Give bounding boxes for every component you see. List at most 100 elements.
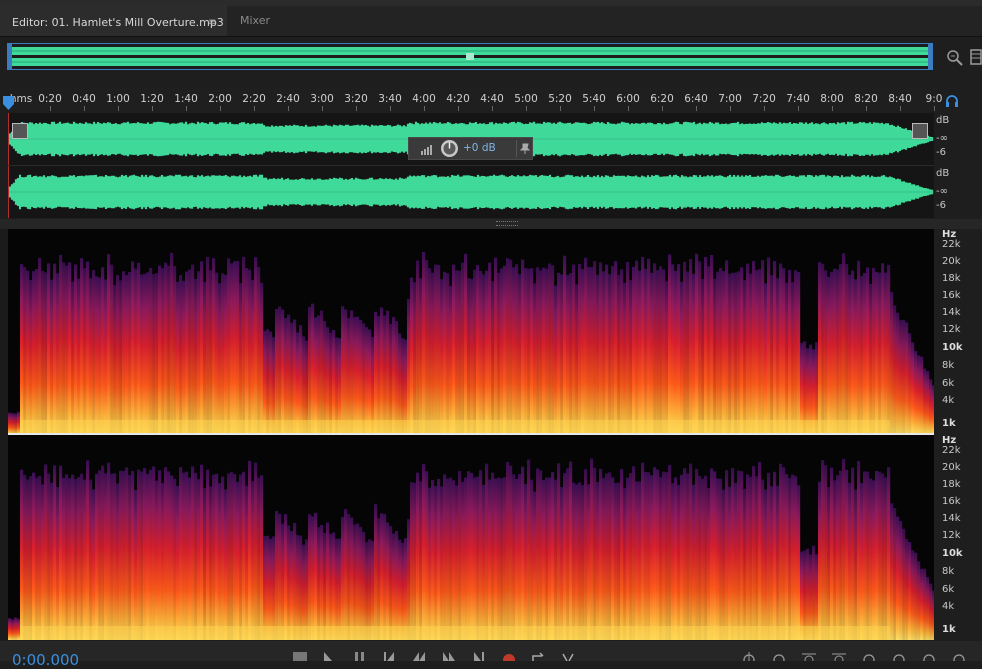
zoom-full-icon[interactable] xyxy=(862,652,876,661)
playhead-marker[interactable] xyxy=(3,96,14,110)
ruler-tick-mark xyxy=(322,106,323,111)
ruler-tick-mark xyxy=(560,106,561,111)
hz-label: 10k xyxy=(942,342,963,353)
ruler-tick-label: 4:40 xyxy=(480,93,504,105)
skip-selection-button[interactable] xyxy=(561,652,575,661)
waveform-channel-right xyxy=(8,166,934,218)
hz-label: 18k xyxy=(942,273,961,284)
volume-hud[interactable]: +0 dB xyxy=(408,137,533,160)
go-to-end-button[interactable] xyxy=(472,652,486,661)
ruler-tick-mark xyxy=(356,106,357,111)
ruler-tick-label: 7:00 xyxy=(718,93,742,105)
spectral-display-right[interactable] xyxy=(8,435,934,640)
zoom-selection-icon[interactable] xyxy=(892,652,906,661)
ruler-tick-mark xyxy=(662,106,663,111)
hz-scale-left: Hz 22k 20k 18k 16k 14k 12k 10k 8k 6k 4k 1k xyxy=(936,229,982,434)
timecode-display: 0:00.000 xyxy=(12,651,80,669)
zoom-icon[interactable] xyxy=(944,47,964,67)
hz-label: 20k xyxy=(942,256,961,267)
volume-knob-icon[interactable] xyxy=(440,139,459,158)
ruler-tick-mark xyxy=(866,106,867,111)
db-label: dB xyxy=(936,168,950,179)
fade-out-handle[interactable] xyxy=(912,123,928,139)
ruler-tick-label: 6:40 xyxy=(684,93,708,105)
ruler-tick-label: 1:20 xyxy=(140,93,164,105)
zoom-out-amplitude-icon[interactable] xyxy=(772,652,786,661)
panel-icon[interactable] xyxy=(969,48,982,66)
ruler-tick-label: 0:20 xyxy=(38,93,62,105)
hz-label: 22k xyxy=(942,239,961,250)
ruler-tick-label: 4:00 xyxy=(412,93,436,105)
ruler-tick-mark xyxy=(798,106,799,111)
zoom-in-amplitude-icon[interactable] xyxy=(742,652,756,661)
hz-label: 10k xyxy=(942,548,963,559)
zoom-right-icon[interactable] xyxy=(952,652,966,661)
ruler-tick-label: 1:40 xyxy=(174,93,198,105)
ruler-tick-mark xyxy=(186,106,187,111)
time-ruler[interactable]: hms 0:20 0:40 1:00 1:20 1:40 2:00 2:20 2:40 3:00… xyxy=(8,88,942,112)
zoom-in-time-icon[interactable] xyxy=(802,652,816,661)
hz-label: 22k xyxy=(942,445,961,456)
hz-label: 14k xyxy=(942,513,961,524)
hz-label: 16k xyxy=(942,496,961,507)
waveform-display[interactable] xyxy=(8,113,934,218)
hz-label: 12k xyxy=(942,324,961,335)
ruler-tick-label: 8:00 xyxy=(820,93,844,105)
zoom-left-icon[interactable] xyxy=(922,652,936,661)
ruler-tick-label: 8:20 xyxy=(854,93,878,105)
play-button[interactable] xyxy=(322,652,336,661)
fade-in-handle[interactable] xyxy=(12,123,28,139)
db-scale-left: dB -∞ -6 xyxy=(936,115,982,165)
ruler-tick-mark xyxy=(900,106,901,111)
hz-scale-right: Hz 22k 20k 18k 16k 14k 12k 10k 8k 6k 4k 1k xyxy=(936,435,982,640)
headphones-icon[interactable] xyxy=(945,94,959,108)
ruler-tick-label: 5:00 xyxy=(514,93,538,105)
panel-divider[interactable] xyxy=(0,219,982,229)
ruler-tick-mark xyxy=(458,106,459,111)
fast-forward-button[interactable] xyxy=(442,652,456,661)
ruler-tick-label: 9:0 xyxy=(925,93,943,105)
left-gutter xyxy=(0,229,8,640)
ruler-tick-label: 7:40 xyxy=(786,93,810,105)
ruler-tick-mark xyxy=(594,106,595,111)
overview-waveform xyxy=(8,44,932,69)
ruler-tick-label: 1:00 xyxy=(106,93,130,105)
loop-button[interactable] xyxy=(531,652,545,661)
record-button[interactable] xyxy=(502,652,516,661)
pause-button[interactable] xyxy=(353,652,367,661)
ruler-tick-mark xyxy=(832,106,833,111)
ruler-tick-mark xyxy=(390,106,391,111)
hz-label: 4k xyxy=(942,601,955,612)
zoom-out-time-icon[interactable] xyxy=(832,652,846,661)
hz-label: 4k xyxy=(942,395,955,406)
spectral-display-left[interactable] xyxy=(8,229,934,434)
ruler-tick-mark xyxy=(118,106,119,111)
overview-navigator[interactable] xyxy=(7,43,933,70)
ruler-tick-label: 4:20 xyxy=(446,93,470,105)
tab-editor-label: Editor: 01. Hamlet's Mill Overture.mp3 xyxy=(12,16,224,29)
hz-label: 6k xyxy=(942,378,955,389)
ruler-tick-label: 5:20 xyxy=(548,93,572,105)
tab-menu-icon[interactable]: ≡ xyxy=(208,8,216,38)
pin-icon[interactable] xyxy=(520,143,530,154)
ruler-tick-label: 5:40 xyxy=(582,93,606,105)
hz-label: 20k xyxy=(942,462,961,473)
tab-mixer[interactable]: Mixer xyxy=(240,6,270,36)
hz-label: 1k xyxy=(942,624,956,635)
ruler-tick-label: 3:40 xyxy=(378,93,402,105)
tab-editor[interactable]: Editor: 01. Hamlet's Mill Overture.mp3 ≡ xyxy=(0,6,227,36)
ruler-tick-mark xyxy=(50,106,51,111)
ruler-tick-mark xyxy=(84,106,85,111)
rewind-button[interactable] xyxy=(412,652,426,661)
ruler-tick-mark xyxy=(424,106,425,111)
db-scale-right: dB -∞ -6 xyxy=(936,168,982,218)
stop-button[interactable] xyxy=(293,652,307,661)
go-to-start-button[interactable] xyxy=(382,652,396,661)
ruler-tick-label: 2:00 xyxy=(208,93,232,105)
hz-label: 6k xyxy=(942,584,955,595)
hz-label: 18k xyxy=(942,479,961,490)
meter-icon xyxy=(421,145,432,155)
ruler-tick-mark xyxy=(764,106,765,111)
ruler-tick-mark xyxy=(628,106,629,111)
ruler-tick-mark xyxy=(526,106,527,111)
